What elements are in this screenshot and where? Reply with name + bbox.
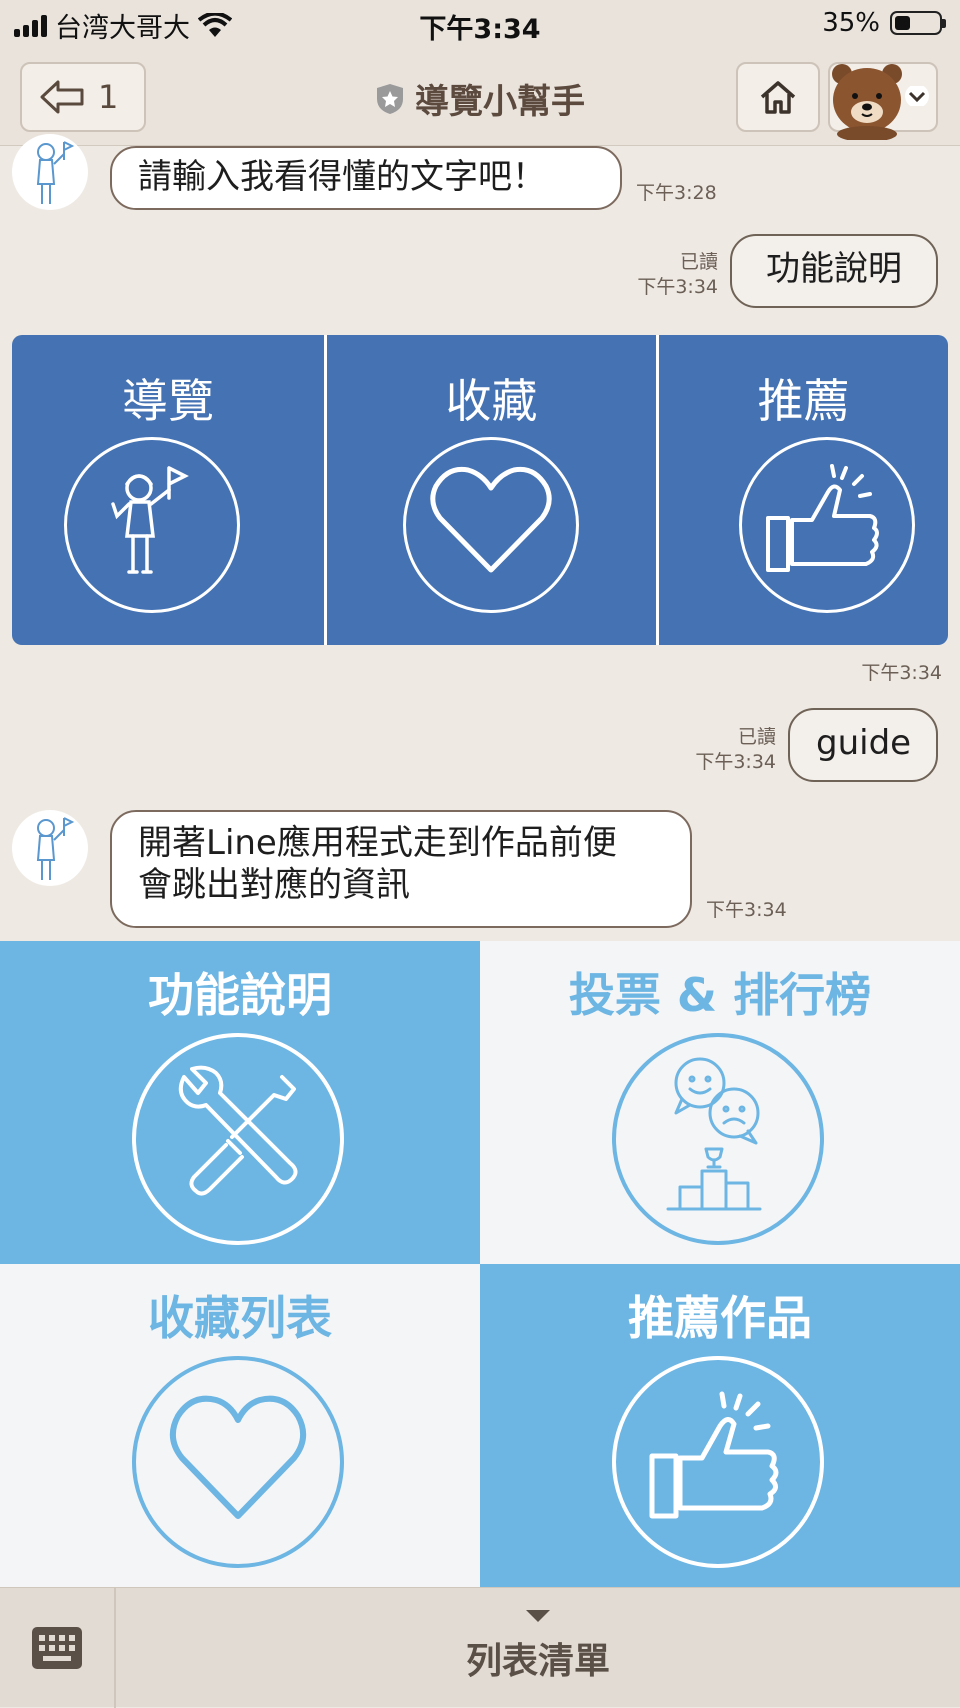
heart-icon — [430, 466, 552, 573]
chat-title-text: 導覽小幫手 — [415, 82, 585, 122]
message-time: 下午3:34 — [706, 898, 800, 923]
rich-menu-circle — [132, 1033, 344, 1245]
rich-menu-item-vote-ranking[interactable]: 投票 & 排行榜 — [480, 941, 960, 1264]
user-message-text: guide — [816, 723, 912, 763]
rich-menu-toggle[interactable]: 列表清單 — [116, 1588, 960, 1708]
card-option-circle — [739, 437, 915, 613]
tools-icon — [178, 1065, 298, 1196]
message-time-text: 下午3:34 — [695, 751, 776, 773]
chat-header: 1 導覽小幫手 — [0, 50, 960, 146]
keyboard-icon — [32, 1627, 82, 1669]
status-time: 下午3:34 — [419, 14, 541, 45]
rich-menu-label: 推薦作品 — [628, 1291, 812, 1345]
card-option-label: 導覽 — [122, 374, 214, 428]
message-time: 下午3:28 — [636, 181, 726, 206]
bot-avatar[interactable] — [12, 810, 88, 886]
home-icon — [760, 81, 796, 114]
bottom-bar: 列表清單 — [0, 1587, 960, 1708]
rich-menu-item-recommended[interactable]: 推薦作品 — [480, 1264, 960, 1587]
rich-menu-item-favorites[interactable]: 收藏列表 — [0, 1264, 480, 1587]
card-option-circle — [403, 437, 579, 613]
rich-menu-circle — [612, 1033, 824, 1245]
bot-message-bubble[interactable]: 開著Line應用程式走到作品前便 會跳出對應的資訊 — [110, 810, 692, 928]
home-button[interactable] — [736, 62, 820, 132]
read-label: 已讀 — [737, 726, 776, 748]
official-shield-icon — [377, 83, 403, 114]
rich-menu-circle — [132, 1356, 344, 1568]
message-time-text: 下午3:34 — [637, 276, 718, 298]
card-option-circle — [64, 437, 240, 613]
thumbs-up-icon — [649, 1391, 779, 1519]
rich-menu: 功能說明 投票 & 排行榜 收藏列表 推薦作品 — [0, 941, 960, 1587]
message-read-status: 已讀 下午3:34 — [660, 725, 776, 775]
chevron-down-icon — [905, 86, 929, 106]
heart-icon — [169, 1395, 307, 1519]
thumbs-up-icon — [766, 464, 879, 572]
collapse-arrow-icon — [526, 1610, 550, 1622]
message-time-text: 下午3:28 — [636, 182, 717, 204]
user-message-bubble[interactable]: guide — [788, 708, 938, 782]
status-bar: 台湾大哥大 下午3:34 35% — [0, 0, 960, 50]
rich-menu-item-help[interactable]: 功能說明 — [0, 941, 480, 1264]
message-time-text: 下午3:34 — [861, 662, 942, 684]
bot-message-text: 請輸入我看得懂的文字吧！ — [138, 157, 546, 197]
battery-icon — [890, 11, 946, 35]
brown-bear-avatar-icon — [832, 64, 902, 140]
user-message-bubble[interactable]: 功能說明 — [730, 234, 938, 308]
rich-menu-circle — [612, 1356, 824, 1568]
battery-level — [895, 16, 910, 30]
bot-message-line: 開著Line應用程式走到作品前便 — [138, 823, 617, 863]
card-option-label: 推薦 — [757, 374, 850, 428]
bot-message-bubble[interactable]: 請輸入我看得懂的文字吧！ — [110, 146, 622, 210]
card-option-guide[interactable]: 導覽 — [12, 335, 324, 645]
card-option-recommend[interactable]: 推薦 — [659, 335, 948, 645]
bot-feature-card: 導覽 收藏 推薦 — [12, 335, 948, 645]
message-read-status: 已讀 下午3:34 — [600, 250, 718, 300]
bot-avatar[interactable] — [12, 134, 88, 210]
battery-percent: 35% — [822, 8, 880, 38]
keyboard-toggle-button[interactable] — [0, 1588, 116, 1708]
read-label: 已讀 — [679, 251, 718, 273]
status-right: 35% — [822, 8, 946, 38]
guide-girl-icon — [36, 817, 75, 880]
bot-message-line: 會跳出對應的資訊 — [138, 865, 410, 905]
message-time-text: 下午3:34 — [706, 899, 787, 921]
rich-menu-label: 收藏列表 — [148, 1291, 332, 1345]
rich-menu-label: 投票 & 排行榜 — [568, 968, 872, 1022]
profile-menu-button[interactable] — [828, 62, 938, 140]
rich-menu-label: 功能說明 — [148, 968, 332, 1022]
guide-girl-icon — [36, 141, 75, 204]
user-message-text: 功能說明 — [766, 249, 902, 289]
card-time: 下午3:34 — [830, 661, 942, 686]
vote-ranking-icon — [666, 1057, 762, 1211]
card-option-favorite[interactable]: 收藏 — [327, 335, 656, 645]
rich-menu-toggle-label: 列表清單 — [465, 1641, 610, 1682]
guide-flag-icon — [111, 466, 189, 574]
card-option-label: 收藏 — [445, 374, 538, 428]
